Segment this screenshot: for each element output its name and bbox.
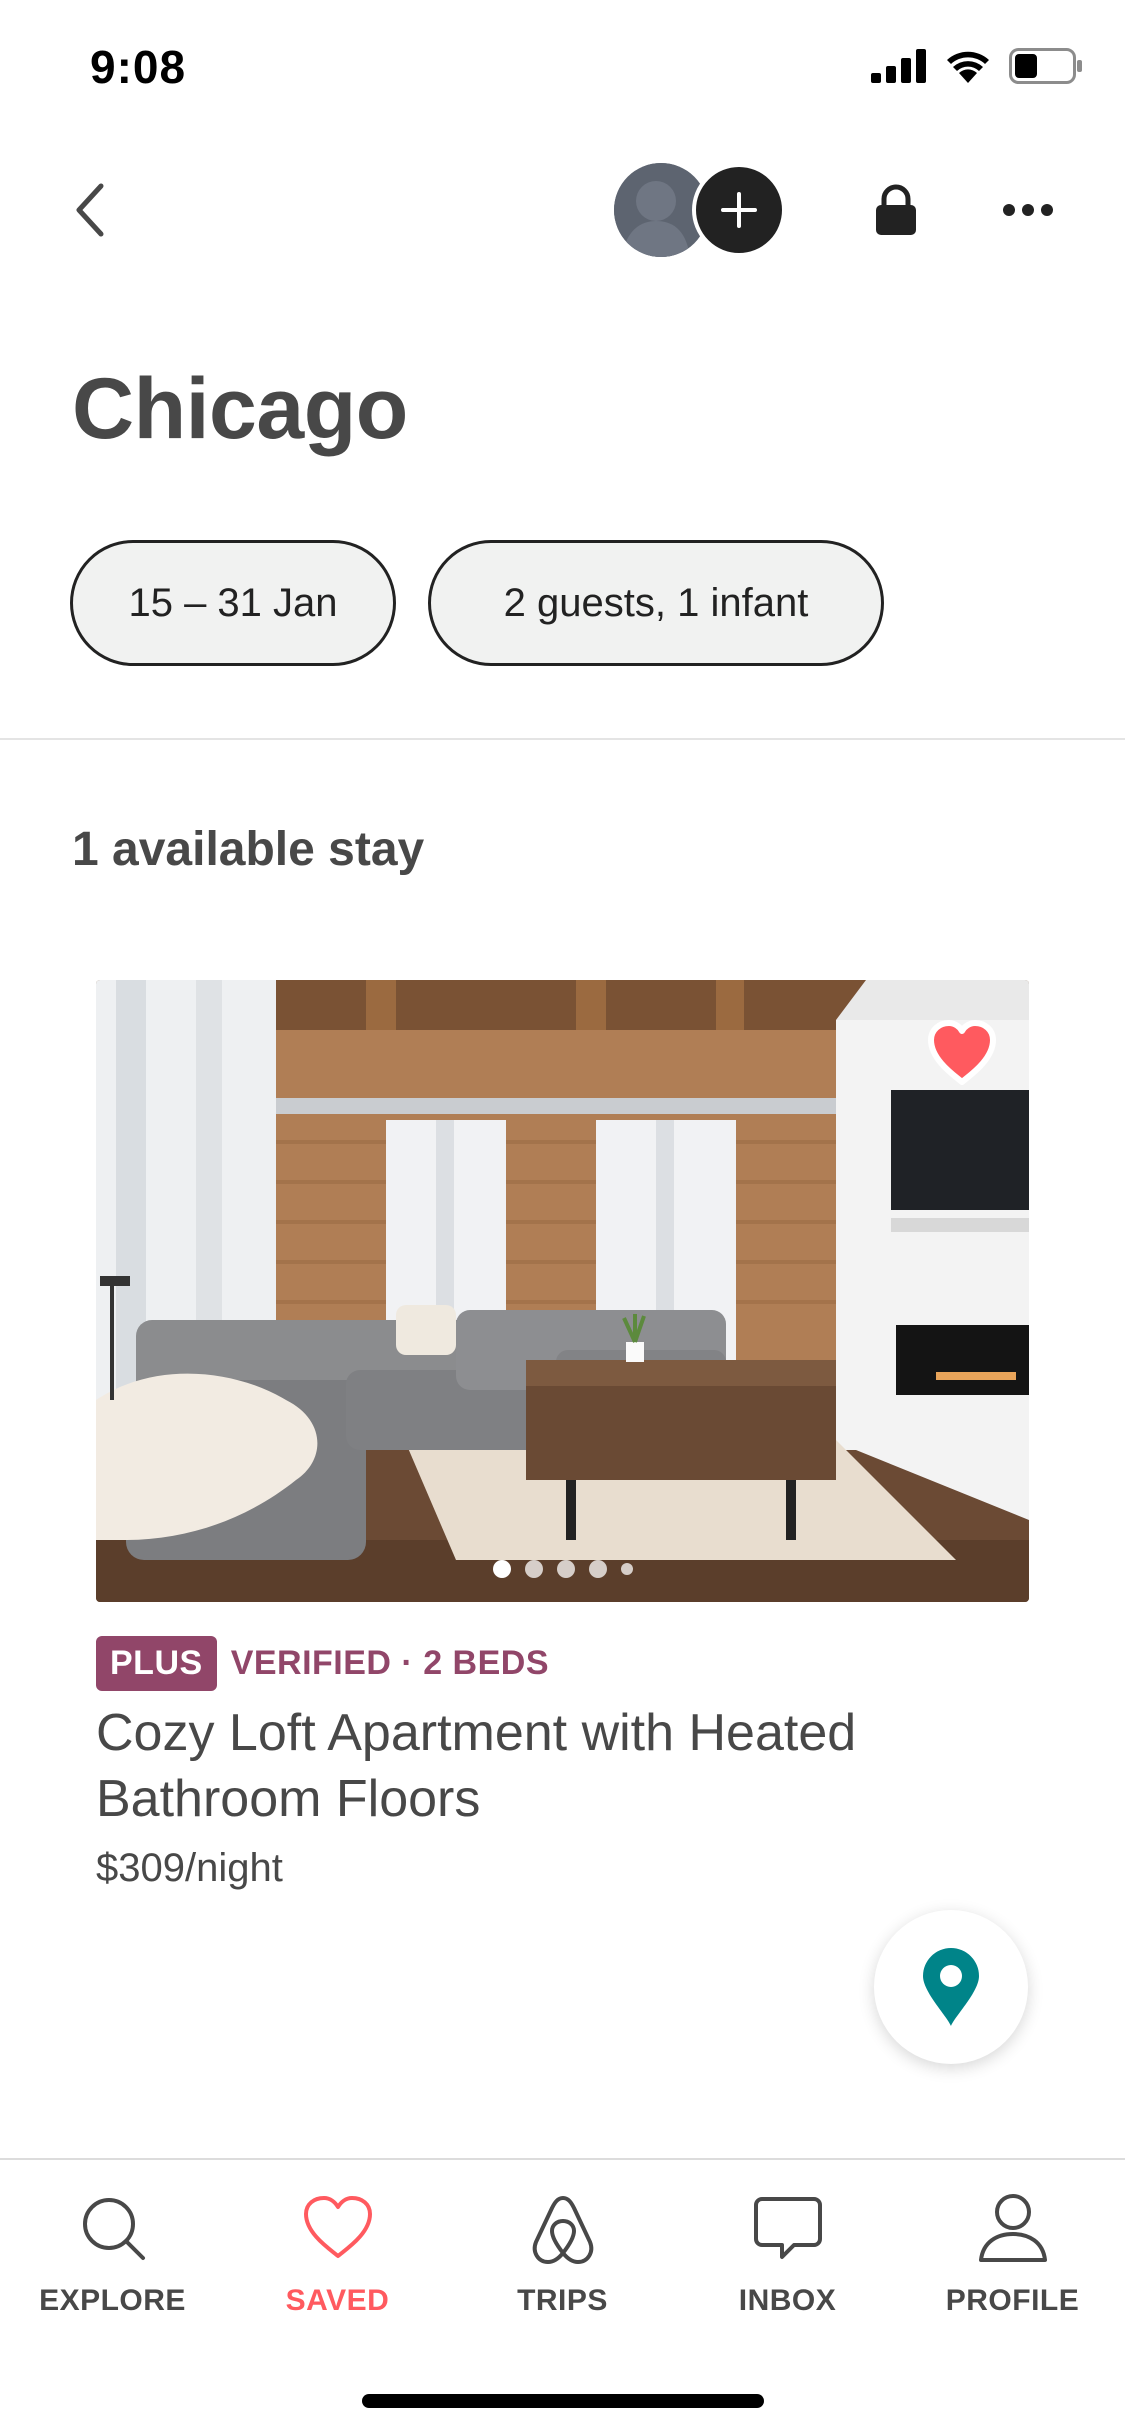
pagination-dot[interactable] — [492, 1560, 511, 1578]
tab-trips[interactable]: TRIPS — [450, 2188, 675, 2328]
home-indicator — [362, 2394, 764, 2408]
map-pin-icon — [923, 1948, 979, 2026]
tab-label: EXPLORE — [39, 2284, 186, 2317]
status-time: 9:08 — [90, 41, 187, 93]
chat-bubble-icon — [748, 2188, 828, 2268]
tab-label: INBOX — [738, 2284, 837, 2317]
wifi-icon — [947, 51, 989, 83]
guests-filter-button[interactable]: 2 guests, 1 infant — [428, 540, 884, 666]
living-room-photo — [96, 980, 1029, 1602]
back-button[interactable] — [60, 178, 120, 242]
listing-photo[interactable] — [96, 980, 1029, 1602]
pagination-dot[interactable] — [556, 1560, 575, 1578]
airbnb-logo-icon — [523, 2188, 603, 2268]
status-icons — [871, 48, 1083, 84]
stay-count: 1 available stay — [72, 823, 425, 876]
person-icon — [973, 2188, 1053, 2268]
photo-pagination — [96, 1560, 1029, 1578]
dates-filter-button[interactable]: 15 – 31 Jan — [70, 540, 396, 666]
listing-meta: PLUS VERIFIED · 2 BEDS — [96, 1636, 549, 1691]
pagination-dot[interactable] — [588, 1560, 607, 1578]
save-heart-button[interactable] — [925, 1018, 999, 1088]
status-bar: 9:08 — [0, 0, 1125, 132]
privacy-lock-button[interactable] — [866, 180, 926, 240]
map-button[interactable] — [874, 1910, 1028, 2064]
heart-icon — [298, 2188, 378, 2268]
ellipsis-icon — [1003, 204, 1053, 216]
search-icon — [73, 2188, 153, 2268]
tab-label: SAVED — [285, 2284, 390, 2317]
tab-label: TRIPS — [517, 2284, 608, 2317]
plus-badge: PLUS — [96, 1636, 217, 1691]
verified-beds-label: VERIFIED · 2 BEDS — [230, 1644, 550, 1682]
pagination-dot[interactable] — [620, 1563, 633, 1575]
more-options-button[interactable] — [996, 180, 1060, 240]
signal-icon — [871, 49, 926, 83]
add-collaborator-button[interactable] — [692, 163, 786, 257]
tab-inbox[interactable]: INBOX — [675, 2188, 900, 2328]
tab-explore[interactable]: EXPLORE — [0, 2188, 225, 2328]
divider — [0, 738, 1125, 740]
page-title: Chicago — [72, 361, 408, 457]
tab-label: PROFILE — [945, 2284, 1080, 2317]
tab-profile[interactable]: PROFILE — [900, 2188, 1125, 2328]
filter-chips: 15 – 31 Jan 2 guests, 1 infant — [70, 540, 884, 666]
listing-price: $309/night — [96, 1846, 283, 1890]
chevron-left-icon — [76, 183, 104, 237]
plus-icon — [721, 192, 757, 228]
heart-icon — [928, 1020, 996, 1085]
listing-title[interactable]: Cozy Loft Apartment with Heated Bathroom… — [96, 1700, 1046, 1832]
tab-saved[interactable]: SAVED — [225, 2188, 450, 2328]
battery-icon — [1009, 48, 1082, 84]
nav-bar — [0, 150, 1125, 270]
lock-icon — [876, 184, 916, 235]
pagination-dot[interactable] — [524, 1560, 543, 1578]
